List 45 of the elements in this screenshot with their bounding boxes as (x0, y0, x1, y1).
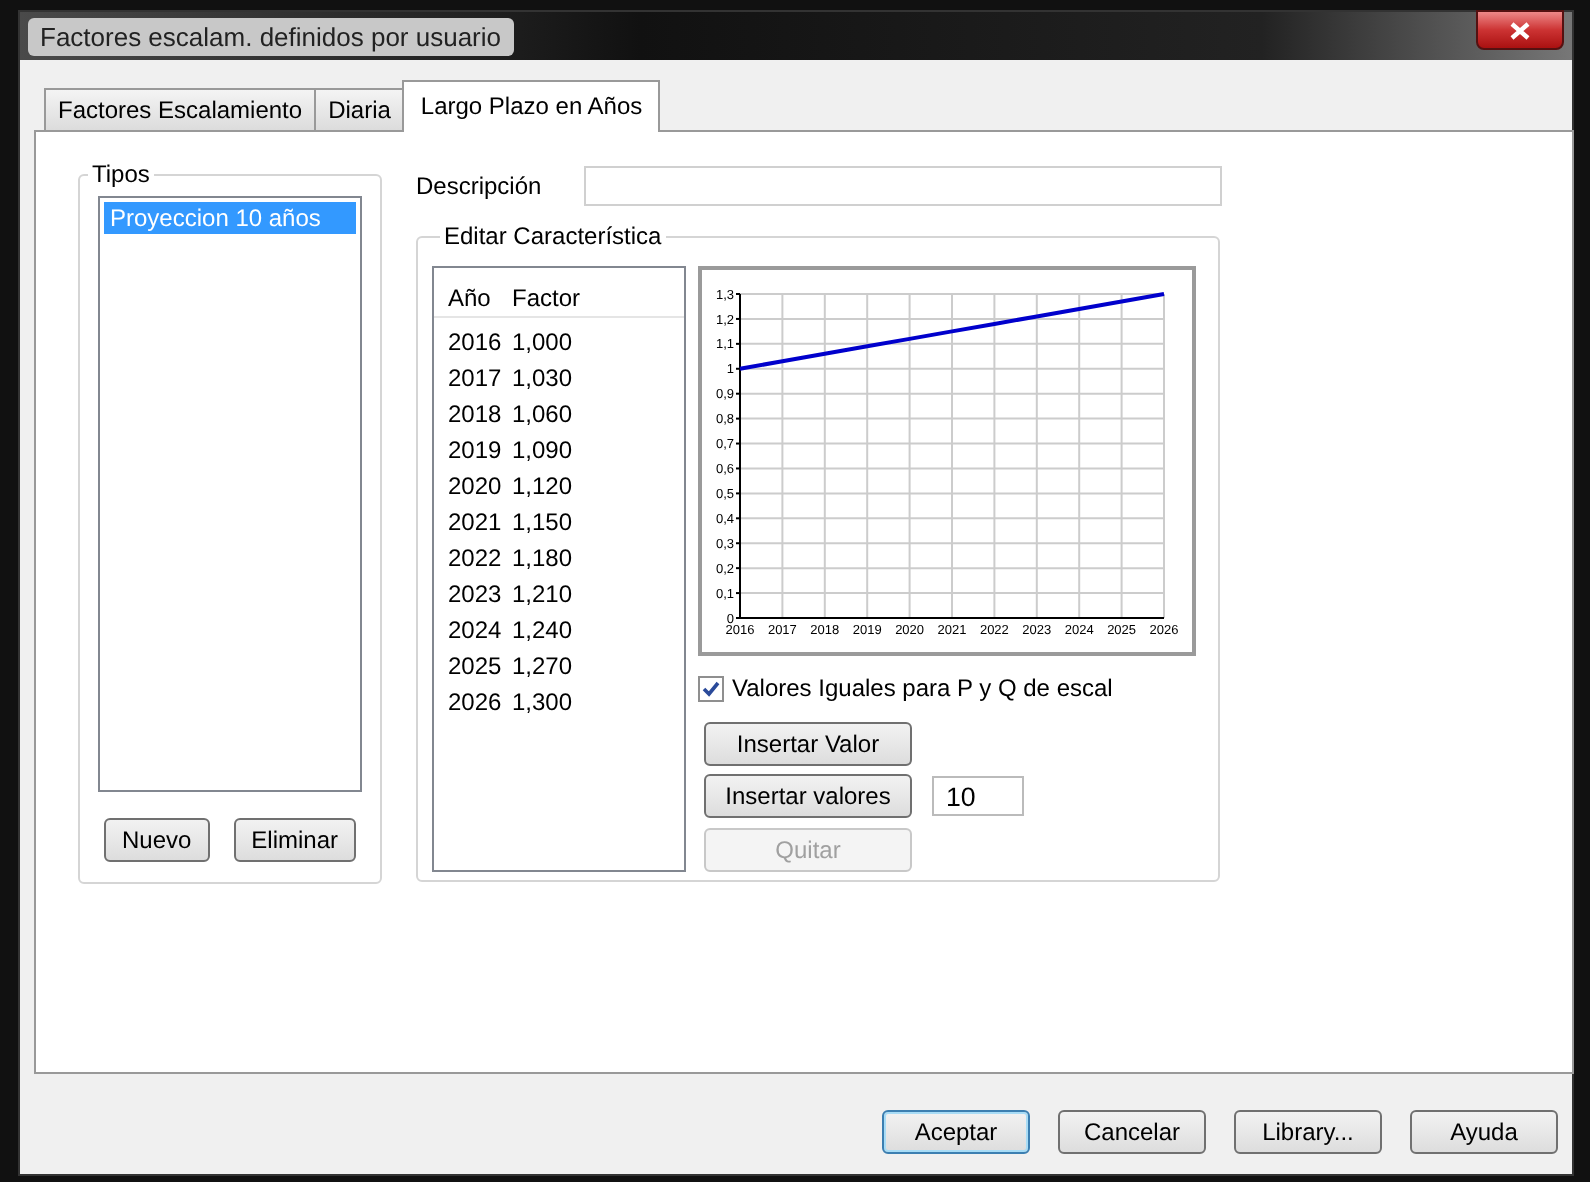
table-cell-text: 2016 (448, 328, 504, 356)
dialog-button[interactable]: Aceptar (882, 1110, 1030, 1154)
list-button[interactable]: Nuevo (103, 818, 210, 862)
table-cell-text: 2022 (448, 544, 504, 572)
tab[interactable]: Largo Plazo en Años (402, 80, 661, 132)
table-cell-text: 2024 (448, 616, 504, 644)
checkbox[interactable] (698, 675, 724, 701)
table-cell: 1,030 (512, 364, 573, 392)
table-cell-text: 2023 (448, 580, 504, 608)
dialog-button[interactable]: Library... (1234, 1110, 1382, 1154)
column-header: Factor (512, 284, 581, 312)
insert-value-button[interactable]: Insertar Valor (704, 722, 912, 766)
table-cell: 1,150 (512, 508, 573, 536)
table-cell: 1,300 (512, 688, 573, 716)
table-cell: 1,090 (512, 436, 573, 464)
table-cell: 1,240 (512, 616, 573, 644)
insert-values-button[interactable]: Insertar valores (704, 774, 912, 818)
description-field[interactable] (584, 166, 1222, 206)
tab[interactable]: Diaria (314, 88, 405, 130)
count-field[interactable]: 10 (932, 776, 1024, 816)
close-icon (1510, 21, 1530, 39)
table-cell: 1,210 (512, 580, 573, 608)
close-button[interactable] (1476, 10, 1564, 50)
table-cell-text: 2025 (448, 652, 504, 680)
tab[interactable]: Factores Escalamiento (44, 88, 317, 130)
table-cell-text: 2018 (448, 400, 504, 428)
dialog-button[interactable]: Cancelar (1058, 1110, 1206, 1154)
table-cell-text: 2026 (448, 688, 504, 716)
table-cell: 1,000 (512, 328, 573, 356)
table-cell: 1,120 (512, 472, 573, 500)
table-cell: 1,270 (512, 652, 573, 680)
table-cell-text: 2017 (448, 364, 504, 392)
list-button[interactable]: Eliminar (233, 818, 357, 862)
table-cell-text: 2021 (448, 508, 504, 536)
table-cell: 1,060 (512, 400, 573, 428)
window-title: Factores escalam. definidos por usuario (28, 17, 514, 55)
checkbox-label: Valores Iguales para P y Q de escal (732, 674, 1113, 702)
table-cell-text: 2019 (448, 436, 504, 464)
table-cell: 1,180 (512, 544, 573, 572)
group-title: Tipos (90, 160, 152, 188)
table-cell-text: 2020 (448, 472, 504, 500)
column-header: Año (448, 284, 493, 312)
group-title: Editar Característica (442, 222, 664, 250)
field-label: Descripción (416, 172, 544, 200)
dialog-button[interactable]: Ayuda (1410, 1110, 1558, 1154)
